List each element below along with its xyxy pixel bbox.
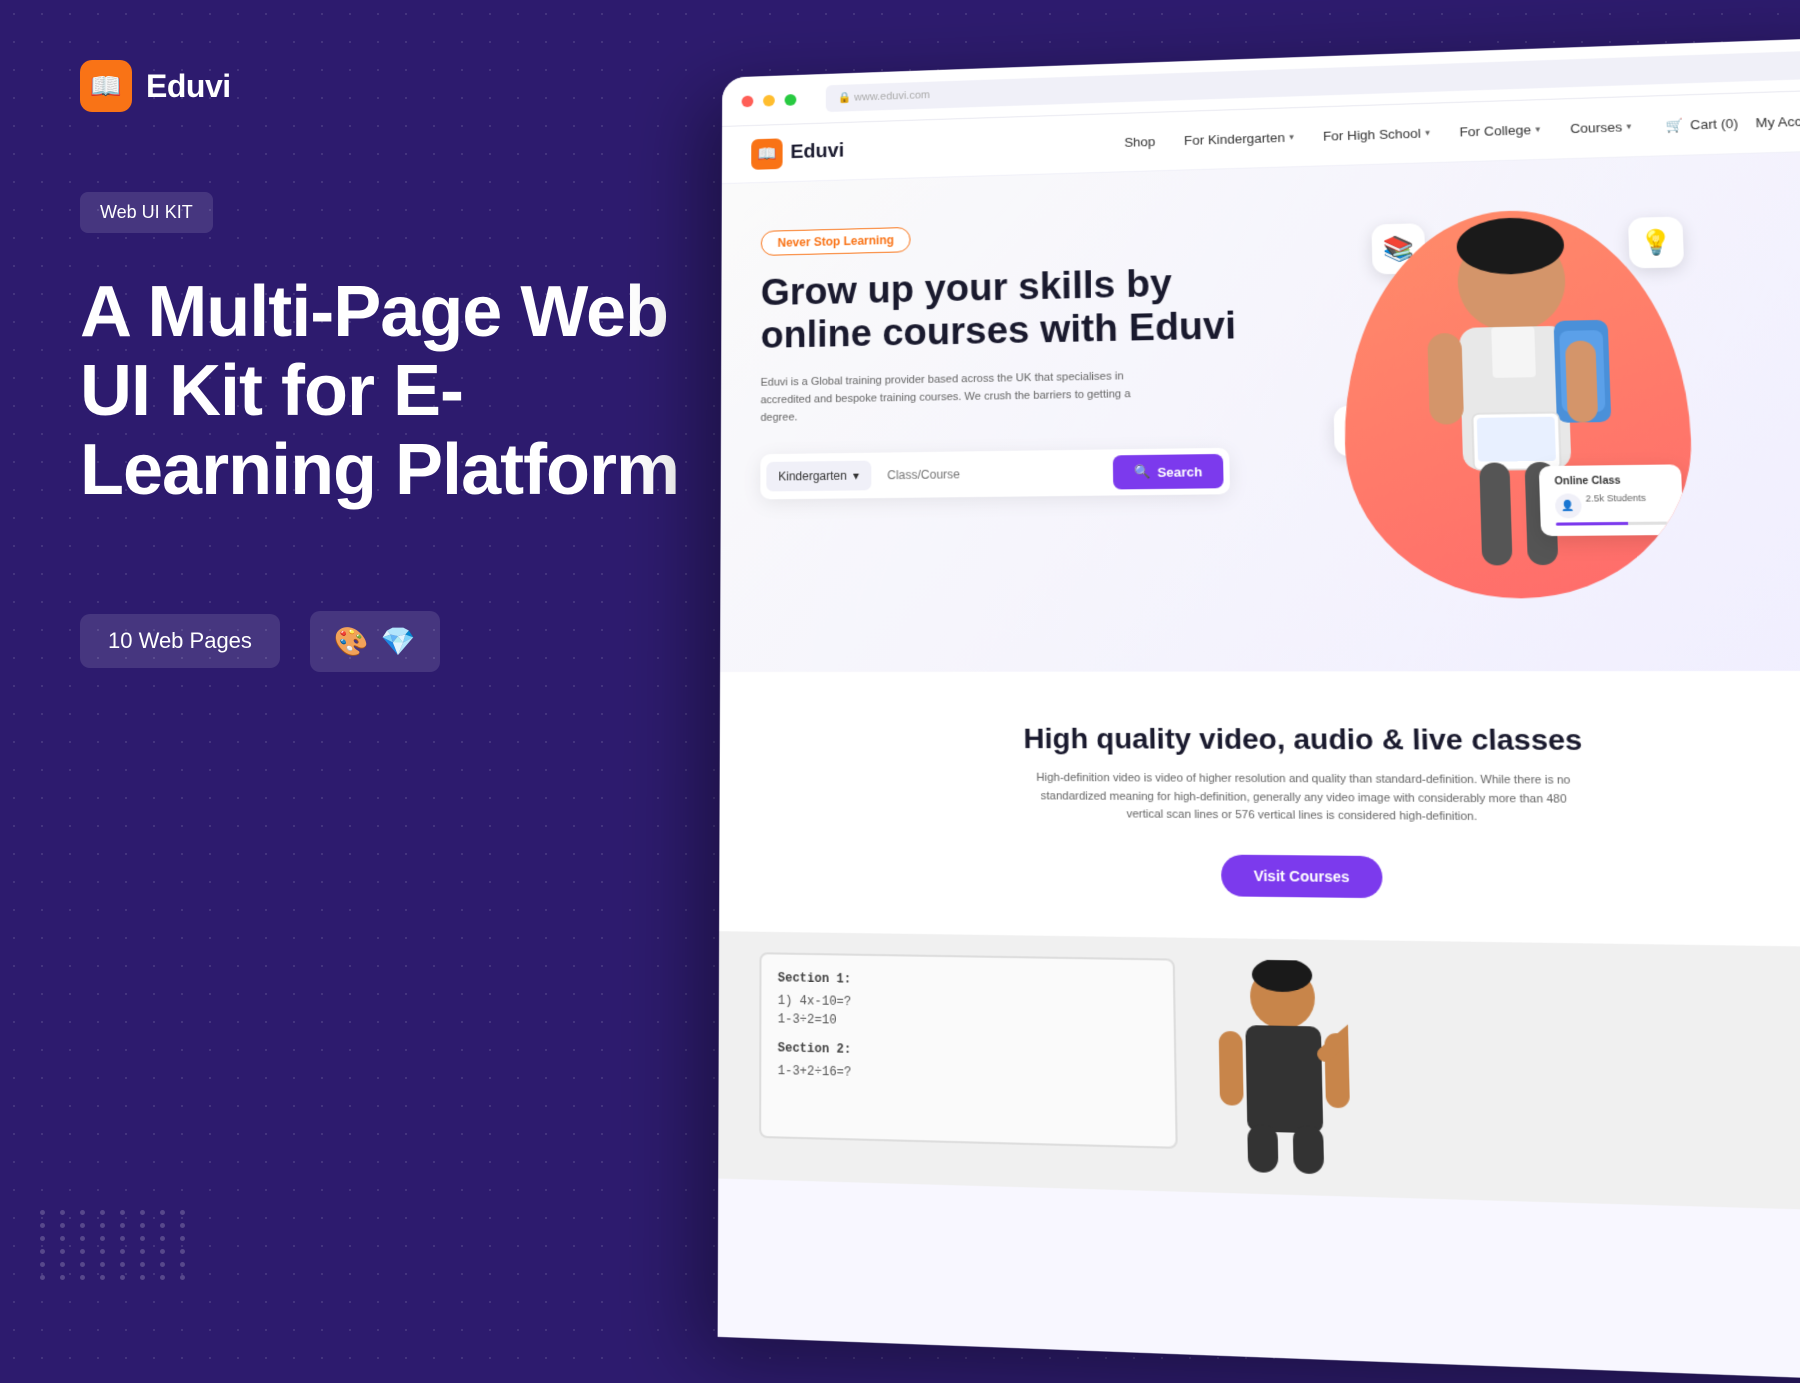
whiteboard-line-3: 1-3+2÷16=? [778,1063,1158,1086]
site-logo-icon: 📖 [751,138,782,170]
browser-maximize-dot [785,94,797,106]
cart-icon: 🛒 [1666,117,1684,134]
select-dropdown-arrow: ▾ [853,469,859,483]
whiteboard-line-2: 1-3÷2=10 [778,1012,1157,1034]
section2-description: High-definition video is video of higher… [1036,770,1573,828]
whiteboard: Section 1: 1) 4x-10=? 1-3÷2=10 Section 2… [759,952,1178,1149]
web-kit-badge: Web UI KIT [80,192,213,233]
card-info: 2.5k Students [1585,493,1646,518]
nav-shop[interactable]: Shop [1112,128,1168,156]
bottom-row: 10 Web Pages 🎨 💎 [80,611,680,672]
left-logo-text: Eduvi [146,68,231,105]
cart-button[interactable]: 🛒 Cart (0) [1666,115,1739,133]
search-icon: 🔍 [1134,464,1151,480]
pages-badge: 10 Web Pages [80,614,280,668]
hero-section: Never Stop Learning Grow up your skills … [720,150,1800,672]
kindergarten-dropdown-arrow: ▾ [1289,132,1294,143]
section-quality: High quality video, audio & live classes… [719,671,1800,948]
section-classroom: Section 1: 1) 4x-10=? 1-3÷2=10 Section 2… [718,931,1800,1213]
whiteboard-section2-label: Section 2: [778,1041,1158,1064]
left-logo-icon: 📖 [80,60,132,112]
search-button[interactable]: 🔍 Search [1113,454,1223,490]
avatar: 👤 [1555,493,1582,518]
hero-right: 📚 💡 🎨 [1308,205,1732,630]
search-input[interactable] [879,458,1105,491]
whiteboard-line-1: 1) 4x-10=? [778,993,1157,1014]
left-panel: 📖 Eduvi Web UI KIT A Multi-Page Web UI K… [0,0,760,1360]
tools-badge: 🎨 💎 [310,611,440,672]
site-logo: 📖 Eduvi [751,136,844,170]
search-category-select[interactable]: Kindergarten ▾ [766,461,871,492]
hero-left: Never Stop Learning Grow up your skills … [760,217,1296,632]
account-button[interactable]: My Account 👤 [1755,112,1800,131]
highschool-dropdown-arrow: ▾ [1425,128,1430,139]
left-logo-row: 📖 Eduvi [80,60,680,112]
nav-highschool[interactable]: For High School ▾ [1310,119,1443,150]
browser-close-dot [742,95,754,107]
hero-floating-card: Online Class 👤 2.5k Students [1539,464,1684,536]
main-heading: A Multi-Page Web UI Kit for E-Learning P… [80,273,680,511]
nav-college[interactable]: For College ▾ [1446,116,1553,146]
visit-courses-button[interactable]: Visit Courses [1221,854,1382,898]
hero-badge: Never Stop Learning [761,227,911,256]
teacher-svg [1217,959,1351,1175]
sketch-icon: 💎 [381,625,416,658]
bulb-icon: 💡 [1639,227,1673,257]
hero-description: Eduvi is a Global training provider base… [760,368,1166,427]
figma-icon: 🎨 [334,625,369,658]
float-icon-bulb: 💡 [1628,216,1684,268]
search-bar: Kindergarten ▾ 🔍 Search [760,448,1230,500]
nav-items: Shop For Kindergarten ▾ For High School … [1112,113,1645,156]
nav-courses[interactable]: Courses ▾ [1557,113,1645,143]
college-dropdown-arrow: ▾ [1535,124,1540,135]
whiteboard-section-label: Section 1: [778,971,1156,992]
nav-actions: 🛒 Cart (0) My Account 👤 [1666,112,1800,134]
browser-mockup: 🔒 www.eduvi.com 📖 Eduvi Shop For Kinderg… [718,36,1800,1383]
browser-minimize-dot [763,94,775,106]
card-title: Online Class [1554,475,1666,488]
courses-dropdown-arrow: ▾ [1626,121,1631,132]
progress-bar [1556,522,1668,526]
hero-title: Grow up your skills by online courses wi… [761,261,1290,358]
nav-kindergarten[interactable]: For Kindergarten ▾ [1172,124,1307,155]
section2-title: High quality video, audio & live classes [760,722,1800,758]
student-svg [1382,208,1653,600]
teacher-figure [1217,959,1351,1175]
site-logo-text: Eduvi [790,140,844,164]
